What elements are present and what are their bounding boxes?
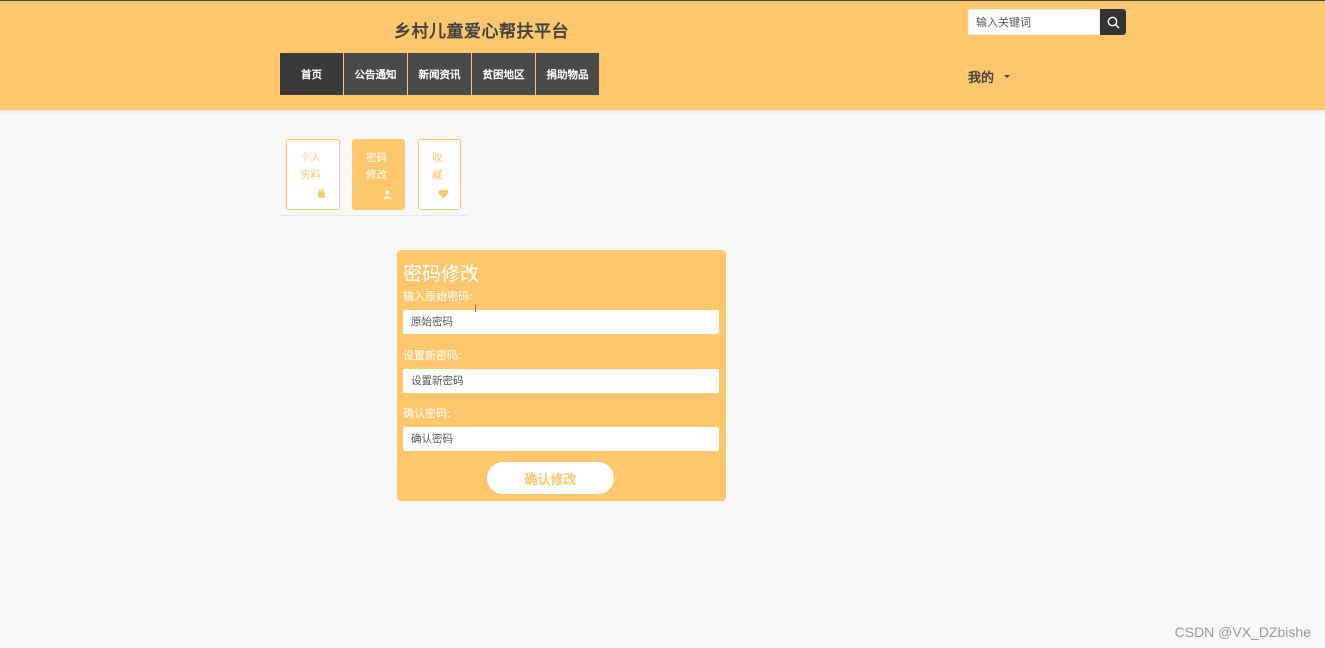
tab-profile-line2: 资料 [300,169,321,181]
old-password-label: 输入原始密码: [403,290,473,303]
heart-icon [438,189,449,199]
user-menu-label: 我的 [968,71,995,86]
watermark: CSDN @VX_DZbishe [1174,624,1311,640]
search-icon [1107,16,1119,28]
profile-tabs: 个人 资料 密码 修改 收 藏 [280,138,468,216]
tab-favorites-line2: 藏 [432,169,443,181]
nav-item-notices[interactable]: 公告通知 [344,53,407,95]
confirm-password-input[interactable] [403,427,719,451]
new-password-label: 设置新密码: [403,349,462,362]
nav-item-news[interactable]: 新闻资讯 [408,53,471,95]
tab-favorites[interactable]: 收 藏 [418,139,461,210]
hand-icon [318,188,325,198]
user-menu[interactable]: 我的 [968,67,1011,86]
tab-change-password[interactable]: 密码 修改 [352,139,405,210]
old-password-input[interactable] [403,310,719,334]
nav-item-poor-areas[interactable]: 贫困地区 [472,53,535,95]
tab-change-password-line1: 密码 [366,152,387,164]
chevron-down-icon [1004,75,1011,78]
new-password-input[interactable] [403,369,719,393]
user-icon [383,190,392,199]
search-box [968,9,1126,35]
text-cursor-icon: Ⅰ [474,304,477,315]
tab-favorites-line1: 收 [432,152,443,164]
search-button[interactable] [1100,9,1126,35]
password-change-form: 密码修改 输入原始密码: 设置新密码: 确认密码: 确认修改 [397,250,726,501]
main-nav: 首页 公告通知 新闻资讯 贫困地区 捐助物品 [280,53,600,95]
nav-item-home[interactable]: 首页 [280,53,343,95]
search-input[interactable] [968,9,1100,35]
confirm-password-label: 确认密码: [403,407,451,420]
site-title: 乡村儿童爱心帮扶平台 [394,22,569,42]
tab-profile-line1: 个人 [300,152,321,164]
header: 乡村儿童爱心帮扶平台 首页 公告通知 新闻资讯 贫困地区 捐助物品 我的 [0,0,1325,110]
tab-change-password-line2: 修改 [366,169,387,181]
confirm-change-button[interactable]: 确认修改 [487,462,614,494]
form-title: 密码修改 [403,263,480,285]
nav-item-donated-items[interactable]: 捐助物品 [536,53,599,95]
tab-profile[interactable]: 个人 资料 [286,139,340,210]
